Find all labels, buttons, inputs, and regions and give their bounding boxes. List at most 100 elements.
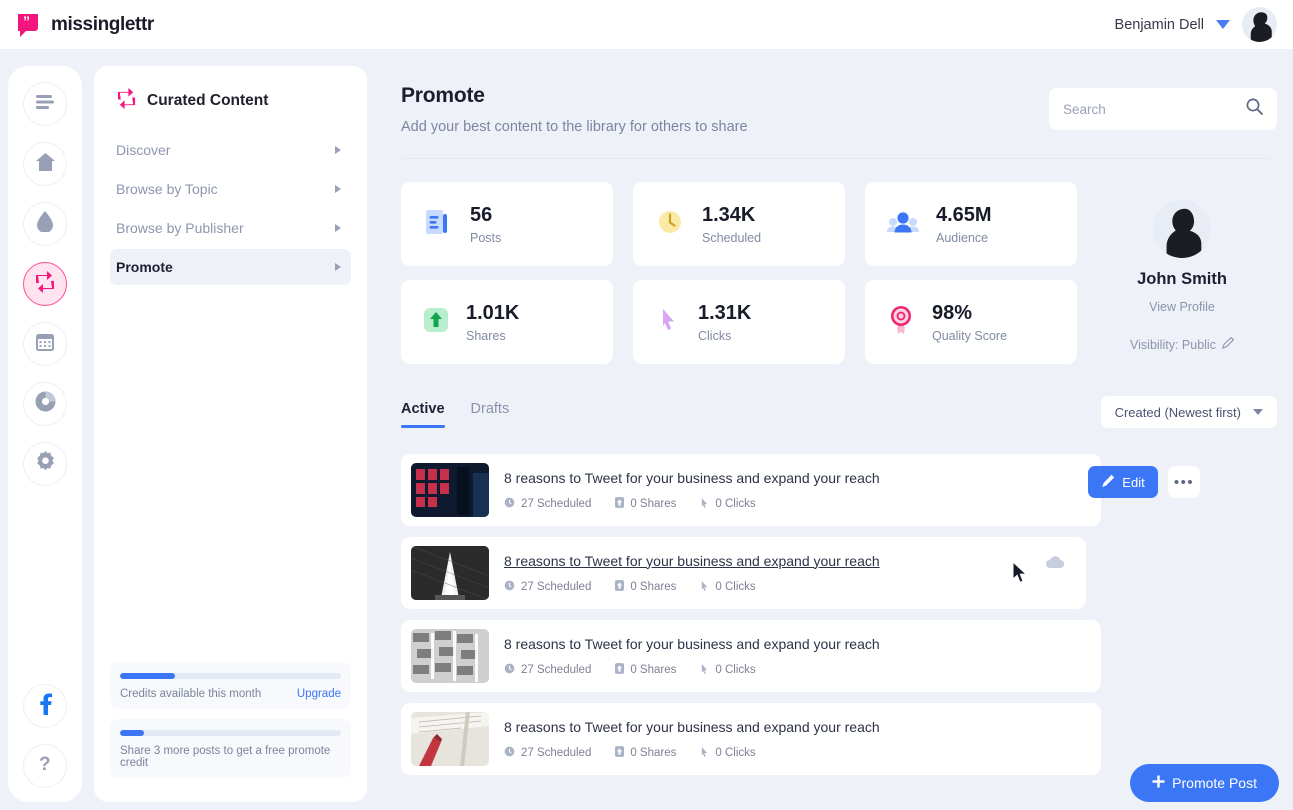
meta-scheduled-label: 27 Scheduled [521,497,592,510]
meta-shares-label: 0 Shares [630,663,677,676]
svg-text:”: ” [23,13,30,29]
clock-icon [504,663,515,677]
table-row[interactable]: 8 reasons to Tweet for your business and… [401,537,1086,609]
meta-scheduled: 27 Scheduled [504,497,591,511]
search-input[interactable] [1063,101,1246,117]
stat-value: 1.31K [698,301,752,324]
meta-clicks-label: 0 Clicks [715,663,756,676]
tab-active[interactable]: Active [401,401,445,428]
stat-card-audience: 4.65M Audience [865,182,1077,266]
meta-shares-label: 0 Shares [630,746,677,759]
tab-drafts[interactable]: Drafts [471,401,510,428]
panel-footer: Credits available this month Upgrade Sha… [110,662,351,788]
question-mark-icon: ? [38,753,52,780]
post-title[interactable]: 8 reasons to Tweet for your business and… [504,719,880,735]
topbar-right: Benjamin Dell [1115,7,1277,42]
post-body: 8 reasons to Tweet for your business and… [504,636,880,677]
meta-shares: 0 Shares [615,496,677,511]
meta-scheduled: 27 Scheduled [504,746,591,760]
table-row[interactable]: 8 reasons to Tweet for your business and… [401,620,1101,692]
edit-button-label: Edit [1122,474,1145,490]
rail-item-settings[interactable] [23,442,67,486]
stat-text: 56 Posts [470,204,501,245]
view-profile-link[interactable]: View Profile [1087,300,1277,314]
sidebar-item-browse-by-publisher[interactable]: Browse by Publisher [110,210,351,246]
meta-shares-label: 0 Shares [630,497,677,510]
progress-fill [120,673,176,679]
meta-shares: 0 Shares [615,662,677,677]
brand[interactable]: ” missinglettr [14,11,154,39]
stat-value: 1.34K [702,203,756,226]
post-title[interactable]: 8 reasons to Tweet for your business and… [504,636,880,652]
rail-item-analytics[interactable] [23,382,67,426]
tab-label: Active [401,401,445,417]
icon-rail: ? [8,66,82,802]
table-row[interactable]: 8 reasons to Tweet for your business and… [401,703,1101,775]
stat-text: 1.31K Clicks [698,302,751,343]
rail-item-help[interactable]: ? [23,744,67,788]
page-header: Promote Add your best content to the lib… [401,84,748,135]
sort-dropdown[interactable]: Created (Newest first) [1100,396,1277,428]
user-name[interactable]: Benjamin Dell [1115,17,1204,33]
sidebar-item-label: Discover [116,142,171,158]
rail-item-drip[interactable] [23,202,67,246]
panel-nav: Discover Browse by Topic Browse by Publi… [110,132,351,288]
stat-value: 56 [470,203,493,226]
stat-card-quality-score: 98% Quality Score [865,280,1077,364]
post-list: 8 reasons to Tweet for your business and… [401,454,1101,786]
meta-clicks: 0 Clicks [700,497,756,511]
post-meta: 27 Scheduled 0 Shares 0 Clicks [504,579,880,594]
award-rosette-icon [887,304,915,341]
rail-item-curated-content[interactable] [23,262,67,306]
sidebar-item-browse-by-topic[interactable]: Browse by Topic [110,171,351,207]
profile-name: John Smith [1137,270,1227,288]
facebook-icon [39,693,52,720]
sidebar-item-promote[interactable]: Promote [110,249,351,285]
profile-avatar[interactable] [1153,200,1211,258]
cloud-icon[interactable] [1045,555,1065,574]
stat-text: 98% Quality Score [932,302,1007,343]
svg-text:?: ? [39,754,51,775]
post-thumbnail [411,463,489,517]
chevron-right-icon [335,185,341,193]
curate-repost-icon [34,270,56,298]
credits-row: Credits available this month Upgrade [120,688,341,700]
cursor-pointer-icon [700,580,709,594]
row-hover-actions: Edit ••• [1088,466,1200,498]
edit-button[interactable]: Edit [1088,466,1158,498]
stat-label: Scheduled [702,230,762,245]
sidebar-item-label: Promote [116,259,173,275]
search-icon[interactable] [1246,98,1263,120]
rail-item-calendar[interactable] [23,322,67,366]
post-title[interactable]: 8 reasons to Tweet for your business and… [504,470,880,486]
pencil-edit-icon[interactable] [1221,336,1235,352]
free-credit-label: Share 3 more posts to get a free promote… [120,745,331,769]
rail-item-facebook[interactable] [23,684,67,728]
upgrade-link[interactable]: Upgrade [297,688,341,700]
search-box[interactable] [1049,88,1277,130]
stat-value: 4.65M [936,203,992,226]
stat-card-posts: 56 Posts [401,182,613,266]
up-arrow-icon [615,579,625,594]
panel-header: Curated Content [110,84,351,114]
stat-label: Quality Score [932,328,1008,343]
more-options-button[interactable]: ••• [1168,466,1200,498]
visibility-row: Visibility: Public [1087,336,1277,352]
rail-item-menu[interactable] [23,82,67,126]
avatar[interactable] [1242,7,1277,42]
promote-post-button[interactable]: Promote Post [1130,764,1279,802]
stat-text: 1.34K Scheduled [702,204,761,245]
post-title[interactable]: 8 reasons to Tweet for your business and… [504,553,880,569]
sidebar-item-discover[interactable]: Discover [110,132,351,168]
chevron-right-icon [335,224,341,232]
table-row[interactable]: 8 reasons to Tweet for your business and… [401,454,1101,526]
stat-card-shares: 1.01K Shares [401,280,613,364]
clock-icon [504,497,515,511]
rail-item-home[interactable] [23,142,67,186]
chevron-down-icon[interactable] [1216,20,1230,29]
calendar-icon [35,332,55,357]
meta-clicks: 0 Clicks [700,580,756,594]
menu-hamburger-icon [35,94,55,115]
stat-label: Clicks [698,328,732,343]
curate-repost-icon [116,88,137,114]
